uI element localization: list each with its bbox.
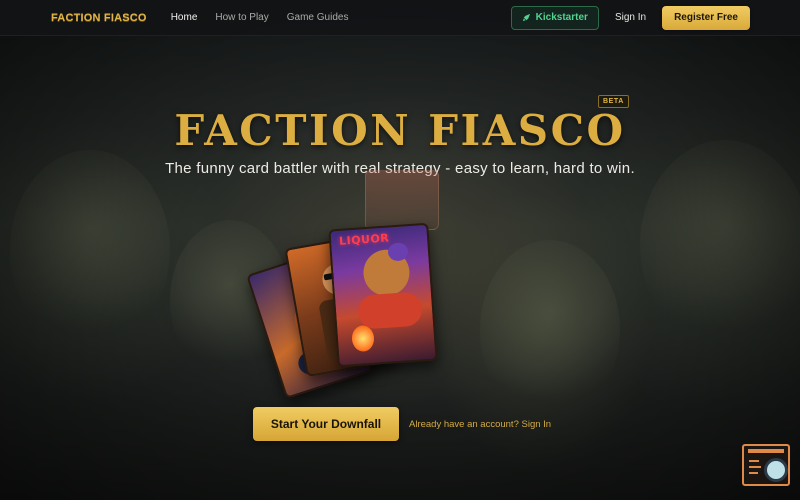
hat-art [387, 242, 409, 262]
widget-line [749, 466, 761, 468]
card-fan-illustration: LIQUOR [246, 170, 450, 400]
magnifier-lens-icon [764, 458, 788, 482]
chat-search-icon[interactable] [742, 444, 790, 486]
sign-in-link[interactable]: Sign In [615, 12, 646, 23]
kickstarter-button[interactable]: Kickstarter [510, 5, 599, 30]
top-navbar: FACTION FIASCO Home How to Play Game Gui… [0, 0, 800, 36]
nav-link-how-to-play[interactable]: How to Play [215, 12, 268, 23]
rocket-body-art [356, 291, 424, 330]
widget-line [749, 472, 758, 474]
brand-logo[interactable]: FACTION FIASCO [51, 12, 147, 24]
flame-art [351, 324, 375, 353]
card-title-liquor: LIQUOR [338, 231, 390, 248]
hero-section: BETA FACTION FIASCO The funny card battl… [0, 0, 800, 500]
nav-link-game-guides[interactable]: Game Guides [287, 12, 349, 23]
register-free-button[interactable]: Register Free [662, 5, 750, 30]
rocket-icon [522, 13, 530, 22]
already-have-account-sign-in-link[interactable]: Already have an account? Sign In [409, 419, 551, 430]
start-your-downfall-button[interactable]: Start Your Downfall [253, 407, 399, 441]
card-liquor: LIQUOR [328, 222, 438, 368]
widget-line [749, 460, 759, 462]
nav-link-home[interactable]: Home [171, 12, 198, 23]
hero-title: FACTION FIASCO [174, 106, 626, 155]
widget-title-bar [748, 449, 784, 453]
faded-card [365, 170, 439, 230]
kickstarter-label: Kickstarter [535, 12, 588, 23]
